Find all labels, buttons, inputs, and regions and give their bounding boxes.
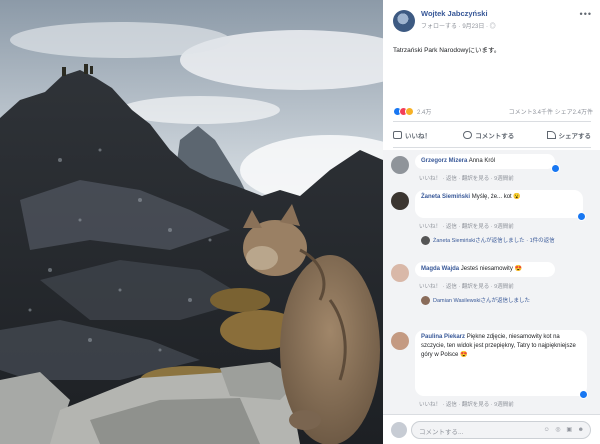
reply-avatar	[421, 236, 430, 246]
user-avatar	[391, 422, 407, 438]
comment-author[interactable]: Grzegorz Mizera	[421, 158, 467, 164]
comment-reply-link[interactable]: Żaneta Siemińskiさんが返信しました · 1件の返信	[421, 236, 555, 246]
comment-reply-link[interactable]: Damian Wasilewskiさんが返信しました	[421, 296, 530, 306]
comment-bubble: Żaneta Siemiński Myślę, że... kot 😮	[415, 190, 583, 218]
comment-text: Anna Król	[468, 158, 496, 164]
comment-share-count[interactable]: コメント3.4千件 シェア2.4万件	[509, 107, 593, 116]
comment-icon	[463, 131, 473, 139]
comment-button[interactable]: コメントする	[463, 126, 514, 144]
author-avatar[interactable]	[393, 10, 415, 32]
reply-text: Żaneta Siemińskiさんが返信しました · 1件の返信	[433, 238, 555, 244]
comment-list: Grzegorz Mizera Anna Król いいね！ · 返信 · 翻訳…	[383, 150, 600, 414]
divider	[393, 121, 591, 122]
post-header: Wojtek Jabczyński フォローする · 9月23日 · ◎ •••	[383, 0, 600, 38]
reply-avatar	[421, 296, 430, 306]
comment-author[interactable]: Żaneta Siemiński	[421, 194, 470, 200]
like-reaction-icon	[577, 212, 586, 221]
comment-author[interactable]: Magda Wajda	[421, 266, 459, 272]
author-name[interactable]: Wojtek Jabczyński	[421, 9, 488, 18]
comment-meta[interactable]: いいね！ · 返信 · 翻訳を見る · 9週間前	[419, 174, 514, 182]
action-bar: いいね！ コメントする シェアする	[393, 126, 591, 144]
comment-bubble: Magda Wajda Jesteś niesamowity 😍	[415, 262, 555, 277]
comment-author[interactable]: Paulina Piekarz	[421, 334, 465, 340]
like-reaction-icon	[551, 164, 560, 173]
post-subtitle: フォローする · 9月23日 · ◎	[421, 24, 496, 30]
like-icon	[393, 131, 402, 139]
post-viewer: Wojtek Jabczyński フォローする · 9月23日 · ◎ •••…	[0, 0, 600, 444]
reaction-count[interactable]: 2.4万	[417, 107, 431, 116]
like-reaction-icon	[579, 390, 588, 399]
comment-text: Myślę, że... kot 😮	[471, 194, 521, 200]
commenter-avatar[interactable]	[391, 192, 409, 210]
composer-icons[interactable]: ☺ ◎ ▣ ☻	[544, 426, 586, 433]
comment-meta[interactable]: いいね！ · 返信 · 翻訳を見る · 9週間前	[419, 282, 514, 290]
share-button[interactable]: シェアする	[546, 126, 592, 144]
more-icon[interactable]: •••	[580, 9, 592, 19]
divider	[393, 147, 591, 148]
comment-text: Jesteś niesamowity 😍	[460, 266, 522, 272]
comment-bubble: Paulina Piekarz Piękne zdjęcie, niesamow…	[415, 330, 587, 396]
post-photo[interactable]	[0, 0, 383, 444]
comment-placeholder: コメントする...	[419, 429, 464, 436]
reaction-stats[interactable]: 2.4万 コメント3.4千件 シェア2.4万件	[393, 106, 593, 118]
commenter-avatar[interactable]	[391, 156, 409, 174]
comment-composer: コメントする... ☺ ◎ ▣ ☻	[383, 414, 600, 444]
share-icon	[546, 131, 556, 139]
commenter-avatar[interactable]	[391, 264, 409, 282]
comment-meta[interactable]: いいね！ · 返信 · 翻訳を見る · 9週間前	[419, 222, 514, 230]
like-button[interactable]: いいね！	[393, 126, 431, 144]
share-label: シェアする	[558, 133, 592, 140]
post-caption: Tatrzański Park Narodowyにいます。	[393, 47, 501, 54]
like-label: いいね！	[405, 133, 431, 140]
reply-text: Damian Wasilewskiさんが返信しました	[433, 298, 530, 304]
mountain-cat-photo	[0, 0, 383, 444]
comment-bubble: Grzegorz Mizera Anna Król	[415, 154, 555, 169]
comment-meta[interactable]: いいね！ · 返信 · 翻訳を見る · 9週間前	[419, 400, 514, 408]
comment-label: コメントする	[475, 133, 515, 140]
post-side-panel: Wojtek Jabczyński フォローする · 9月23日 · ◎ •••…	[383, 0, 600, 444]
commenter-avatar[interactable]	[391, 332, 409, 350]
wow-reaction-icon	[405, 107, 414, 116]
